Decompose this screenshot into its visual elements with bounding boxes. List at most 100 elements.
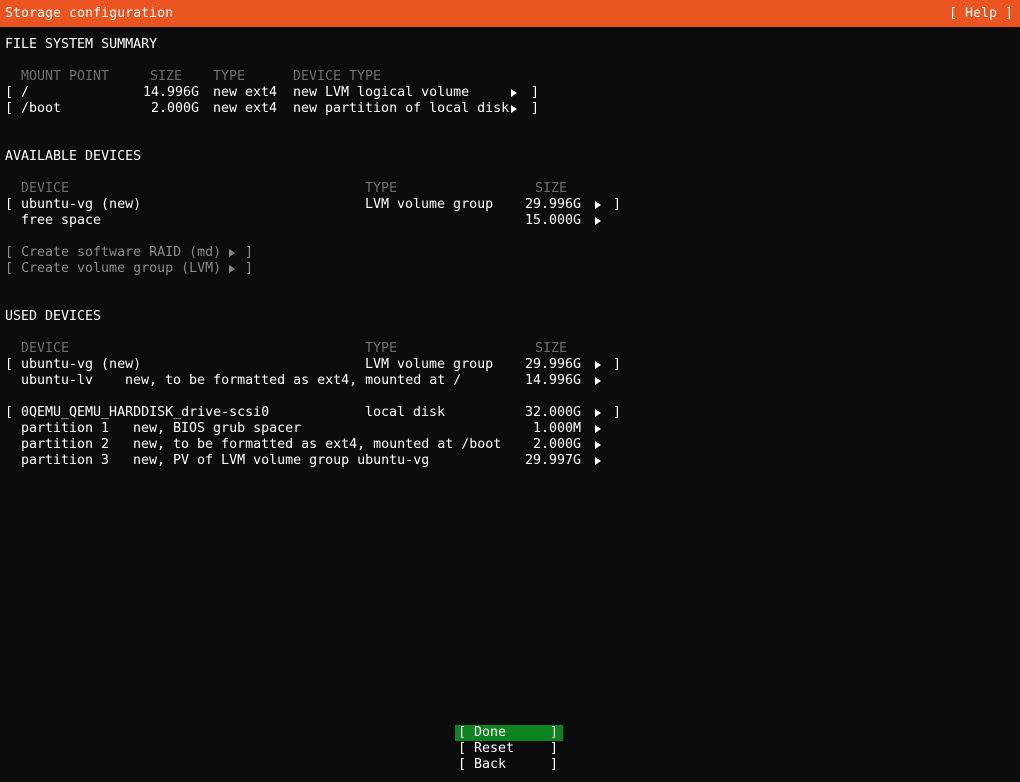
type-value: new ext4 bbox=[213, 85, 278, 100]
mount-point-value: /boot bbox=[21, 101, 62, 116]
create-volume-group-button[interactable]: [ Create volume group (LVM) ] bbox=[0, 261, 1020, 277]
size-value: 32.000G bbox=[524, 405, 581, 420]
expand-arrow-icon bbox=[595, 409, 601, 417]
size-value: 14.996G bbox=[524, 373, 581, 388]
page-title: Storage configuration bbox=[5, 6, 174, 21]
back-button[interactable]: [ Back ] bbox=[455, 757, 563, 773]
row-bracket-left: [ bbox=[5, 357, 14, 372]
type-value: new ext4 bbox=[213, 101, 278, 116]
expand-arrow-icon bbox=[595, 361, 601, 369]
col-header-device: DEVICE bbox=[21, 341, 70, 356]
size-value: 2.000G bbox=[532, 437, 581, 452]
section-title: FILE SYSTEM SUMMARY bbox=[5, 37, 158, 52]
expand-arrow-icon bbox=[595, 201, 601, 209]
row-bracket-left: [ bbox=[5, 261, 14, 276]
row-bracket-right: ] bbox=[531, 85, 540, 100]
row-bracket-left: [ bbox=[5, 405, 14, 420]
col-header-type: TYPE bbox=[365, 181, 398, 196]
used-row-partition-1[interactable]: partition 1 new, BIOS grub spacer 1.000M bbox=[0, 421, 1020, 437]
fs-row-root[interactable]: [ / 14.996G new ext4 new LVM logical vol… bbox=[0, 85, 1020, 101]
row-bracket-left: [ bbox=[5, 245, 14, 260]
device-type-value: new partition of local disk bbox=[293, 101, 510, 116]
size-value: 2.000G bbox=[150, 101, 199, 116]
button-bracket-left: [ bbox=[458, 757, 467, 772]
device-value: ubuntu-vg (new) bbox=[21, 197, 142, 212]
size-value: 29.996G bbox=[524, 357, 581, 372]
button-bracket-left: [ bbox=[458, 725, 467, 740]
reset-button[interactable]: [ Reset ] bbox=[455, 741, 563, 757]
button-bracket-right: ] bbox=[549, 741, 558, 756]
available-row-free-space[interactable]: free space 15.000G bbox=[0, 213, 1020, 229]
row-bracket-left: [ bbox=[5, 85, 14, 100]
expand-arrow-icon bbox=[595, 425, 601, 433]
device-value: partition 2 bbox=[21, 437, 110, 452]
button-label: Reset bbox=[474, 741, 515, 756]
size-value: 1.000M bbox=[532, 421, 581, 436]
used-devices-section-title: USED DEVICES bbox=[0, 309, 1020, 325]
row-bracket-left: [ bbox=[5, 197, 14, 212]
size-value: 29.997G bbox=[524, 453, 581, 468]
row-bracket-right: ] bbox=[613, 197, 622, 212]
device-note: new, BIOS grub spacer bbox=[133, 421, 302, 436]
used-row-disk[interactable]: [ 0QEMU_QEMU_HARDDISK_drive-scsi0 local … bbox=[0, 405, 1020, 421]
device-type-value: new LVM logical volume bbox=[293, 85, 470, 100]
device-value: 0QEMU_QEMU_HARDDISK_drive-scsi0 bbox=[21, 405, 270, 420]
expand-arrow-icon bbox=[229, 265, 235, 273]
col-header-device-type: DEVICE TYPE bbox=[293, 69, 382, 84]
done-button[interactable]: [ Done ] bbox=[455, 725, 563, 741]
used-row-ubuntu-vg[interactable]: [ ubuntu-vg (new) LVM volume group 29.99… bbox=[0, 357, 1020, 373]
device-note: new, PV of LVM volume group ubuntu-vg bbox=[133, 453, 430, 468]
expand-arrow-icon bbox=[595, 377, 601, 385]
button-label: Back bbox=[474, 757, 507, 772]
row-bracket-right: ] bbox=[245, 245, 254, 260]
fs-summary-column-headers: MOUNT POINT SIZE TYPE DEVICE TYPE bbox=[0, 69, 1020, 85]
device-value: ubuntu-vg (new) bbox=[21, 357, 142, 372]
action-label: Create volume group (LVM) bbox=[21, 261, 222, 276]
create-software-raid-button[interactable]: [ Create software RAID (md) ] bbox=[0, 245, 1020, 261]
section-title: AVAILABLE DEVICES bbox=[5, 149, 142, 164]
action-label: Create software RAID (md) bbox=[21, 245, 222, 260]
button-label: Done bbox=[474, 725, 507, 740]
col-header-type: TYPE bbox=[365, 341, 398, 356]
col-header-size: SIZE bbox=[535, 341, 568, 356]
device-value: partition 1 bbox=[21, 421, 110, 436]
row-bracket-right: ] bbox=[613, 357, 622, 372]
expand-arrow-icon bbox=[511, 105, 517, 113]
section-title: USED DEVICES bbox=[5, 309, 102, 324]
available-devices-column-headers: DEVICE TYPE SIZE bbox=[0, 181, 1020, 197]
button-bracket-right: ] bbox=[549, 725, 558, 740]
available-devices-section-title: AVAILABLE DEVICES bbox=[0, 149, 1020, 165]
expand-arrow-icon bbox=[511, 89, 517, 97]
used-row-partition-2[interactable]: partition 2 new, to be formatted as ext4… bbox=[0, 437, 1020, 453]
row-bracket-right: ] bbox=[613, 405, 622, 420]
used-devices-column-headers: DEVICE TYPE SIZE bbox=[0, 341, 1020, 357]
button-bracket-right: ] bbox=[549, 757, 558, 772]
col-header-type: TYPE bbox=[213, 69, 246, 84]
size-value: 15.000G bbox=[524, 213, 581, 228]
size-value: 14.996G bbox=[142, 85, 199, 100]
row-bracket-left: [ bbox=[5, 101, 14, 116]
device-value: free space bbox=[21, 213, 102, 228]
type-value: local disk bbox=[365, 405, 446, 420]
device-value: partition 3 bbox=[21, 453, 110, 468]
used-row-partition-3[interactable]: partition 3 new, PV of LVM volume group … bbox=[0, 453, 1020, 469]
mount-point-value: / bbox=[21, 85, 30, 100]
title-bar: Storage configuration [ Help ] bbox=[0, 0, 1020, 27]
expand-arrow-icon bbox=[595, 441, 601, 449]
device-value: ubuntu-lv bbox=[21, 373, 94, 388]
help-button[interactable]: [ Help ] bbox=[949, 6, 1013, 22]
size-value: 29.996G bbox=[524, 197, 581, 212]
col-header-size: SIZE bbox=[535, 181, 568, 196]
used-row-ubuntu-lv[interactable]: ubuntu-lv new, to be formatted as ext4, … bbox=[0, 373, 1020, 389]
fs-row-boot[interactable]: [ /boot 2.000G new ext4 new partition of… bbox=[0, 101, 1020, 117]
col-header-mount-point: MOUNT POINT bbox=[21, 69, 110, 84]
device-note: new, to be formatted as ext4, mounted at… bbox=[125, 373, 462, 388]
expand-arrow-icon bbox=[595, 457, 601, 465]
expand-arrow-icon bbox=[229, 249, 235, 257]
expand-arrow-icon bbox=[595, 217, 601, 225]
col-header-size: SIZE bbox=[150, 69, 183, 84]
fs-summary-section-title: FILE SYSTEM SUMMARY bbox=[0, 37, 1020, 53]
col-header-device: DEVICE bbox=[21, 181, 70, 196]
button-bracket-left: [ bbox=[458, 741, 467, 756]
available-row-ubuntu-vg[interactable]: [ ubuntu-vg (new) LVM volume group 29.99… bbox=[0, 197, 1020, 213]
